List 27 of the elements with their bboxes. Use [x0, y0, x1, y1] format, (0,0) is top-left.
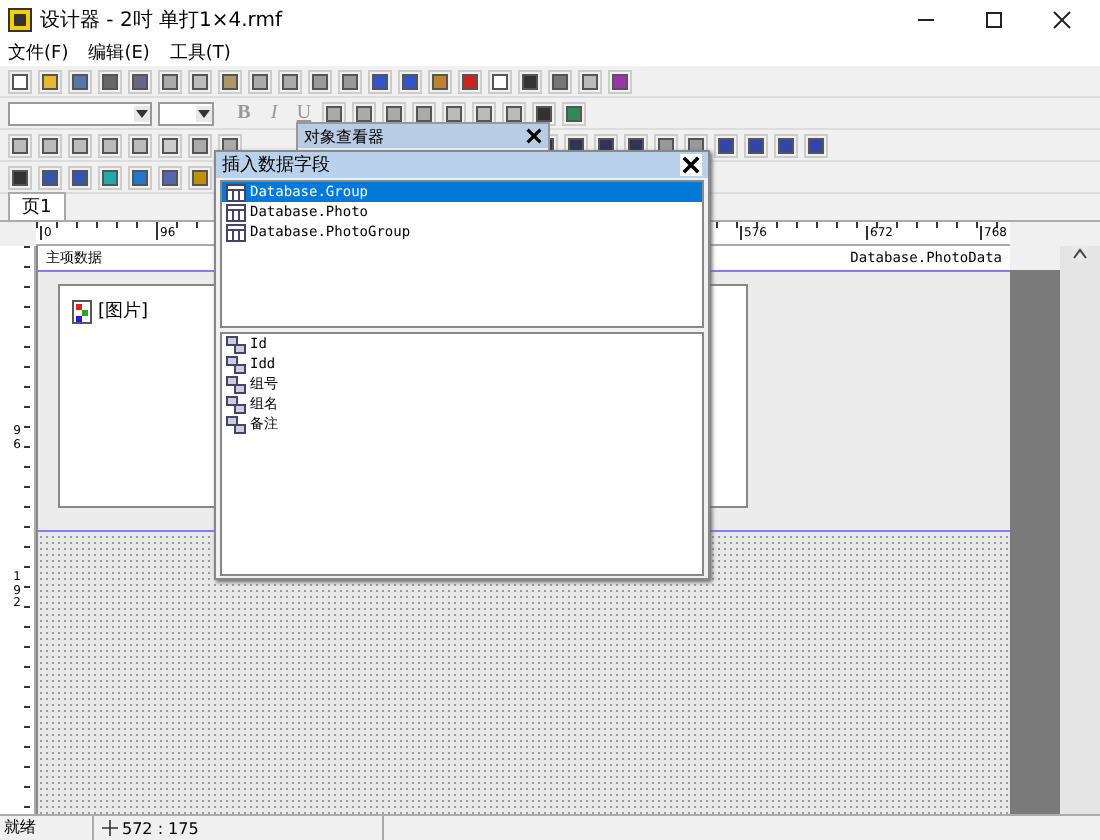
close-icon[interactable]	[680, 154, 702, 176]
dialog-title: 插入数据字段	[222, 153, 330, 178]
vertical-scrollbar[interactable]	[1060, 246, 1100, 814]
field-icon	[226, 395, 246, 413]
caret-icon	[196, 105, 212, 121]
field-icon	[226, 335, 246, 353]
close-icon[interactable]	[1052, 10, 1072, 30]
menu-item[interactable]: 编辑(E)	[88, 40, 150, 66]
app-icon	[8, 8, 32, 32]
close-icon[interactable]	[526, 128, 542, 144]
menu-item[interactable]: 文件(F)	[8, 40, 69, 66]
picture-icon	[72, 299, 92, 323]
field-icon	[226, 415, 246, 433]
font-size-select[interactable]	[158, 101, 214, 125]
cursor-position: 572 : 175	[122, 819, 199, 837]
window-title: 设计器 - 2吋 单打1×4.rmf	[40, 7, 282, 34]
crosshair-icon	[102, 820, 118, 836]
picture-label: [图片]	[98, 299, 149, 324]
field-icon	[226, 375, 246, 393]
inspector-title: 对象查看器	[304, 125, 384, 147]
page-tab[interactable]: 页1	[8, 192, 66, 220]
caret-icon	[134, 105, 150, 121]
maximize-icon[interactable]	[984, 10, 1004, 30]
menu-item[interactable]: 工具(T)	[169, 40, 231, 66]
status-message: 就绪	[2, 816, 38, 840]
field-icon	[226, 355, 246, 373]
scroll-up-icon[interactable]	[1072, 246, 1088, 262]
